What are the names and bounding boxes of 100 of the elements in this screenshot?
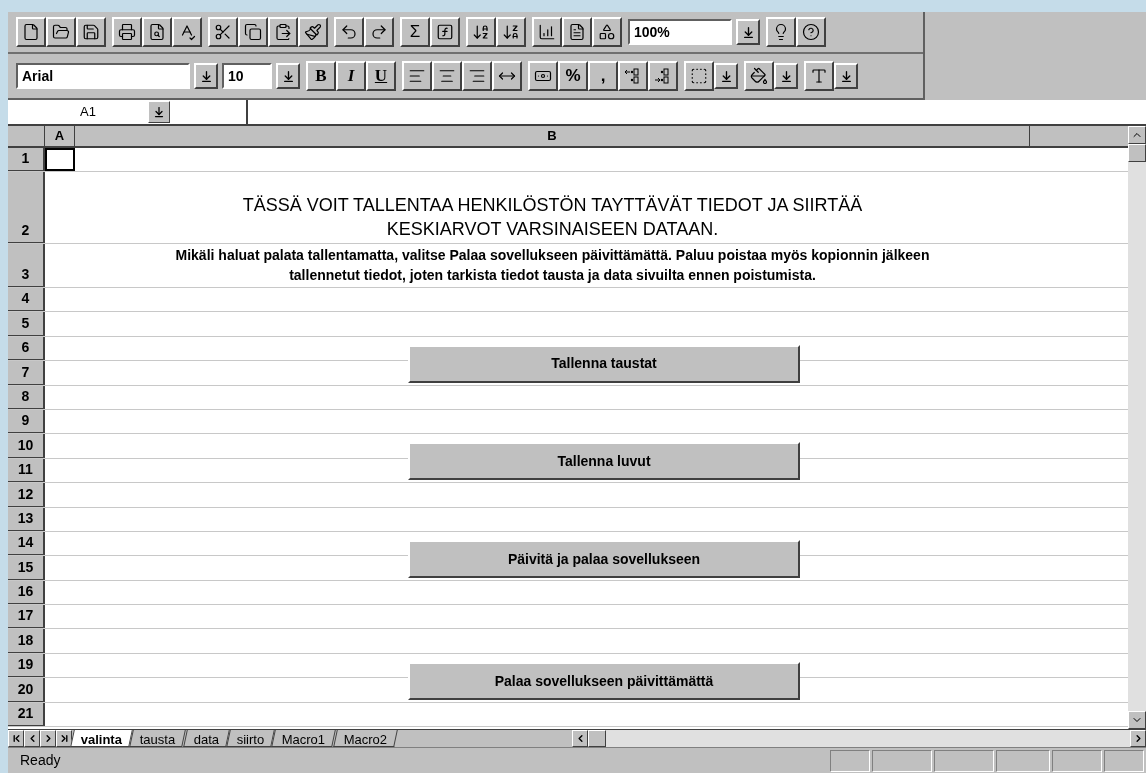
align-center-button[interactable] <box>432 61 462 91</box>
decrease-decimal-button[interactable] <box>648 61 678 91</box>
tip-wizard-button[interactable] <box>766 17 796 47</box>
row-header[interactable]: 13 <box>8 507 45 531</box>
sheet-tab[interactable]: Macro2 <box>332 730 398 747</box>
chart-wizard-icon <box>538 23 556 41</box>
bold-button[interactable]: B <box>306 61 336 91</box>
vertical-scrollbar[interactable] <box>1128 126 1146 729</box>
increase-decimal-button[interactable] <box>618 61 648 91</box>
comma-button[interactable]: , <box>588 61 618 91</box>
align-right-button[interactable] <box>462 61 492 91</box>
new-button[interactable] <box>16 17 46 47</box>
dropdown-arrow-icon <box>153 106 165 118</box>
save-button[interactable] <box>76 17 106 47</box>
row-header[interactable]: 9 <box>8 409 45 434</box>
row-header[interactable]: 8 <box>8 385 45 409</box>
cut-button[interactable] <box>208 17 238 47</box>
macro-button[interactable]: Päivitä ja palaa sovellukseen <box>408 540 800 578</box>
undo-button[interactable] <box>334 17 364 47</box>
scroll-thumb[interactable] <box>1128 144 1146 162</box>
sheet-nav-button[interactable] <box>56 730 72 747</box>
row-header[interactable]: 20 <box>8 678 45 702</box>
macro-button[interactable]: Palaa sovellukseen päivittämättä <box>408 662 800 700</box>
sort-descending-icon <box>502 23 520 41</box>
row-header[interactable]: 11 <box>8 458 45 483</box>
sheet-tab[interactable]: data <box>182 730 230 747</box>
row-header[interactable]: 5 <box>8 312 45 336</box>
row-header[interactable]: 2 <box>8 172 45 243</box>
sheet-nav-button[interactable] <box>8 730 24 747</box>
sort-ascending-button[interactable] <box>466 17 496 47</box>
drawing-button[interactable] <box>592 17 622 47</box>
status-panel <box>872 749 932 772</box>
row-header[interactable]: 15 <box>8 556 45 580</box>
dropdown-arrow-icon <box>199 69 213 83</box>
sheet-nav-button[interactable] <box>40 730 56 747</box>
font-dropdown[interactable] <box>194 63 218 89</box>
row-header[interactable]: 3 <box>8 244 45 287</box>
row-header[interactable]: 10 <box>8 434 45 458</box>
sheet-tab[interactable]: valinta <box>70 730 133 747</box>
cut-icon <box>214 23 232 41</box>
chart-wizard-button[interactable] <box>532 17 562 47</box>
fill-color-dropdown[interactable] <box>774 63 798 89</box>
font-size-field[interactable]: 10 <box>222 63 272 89</box>
save-icon <box>82 23 100 41</box>
merge-center-button[interactable] <box>492 61 522 91</box>
borders-dropdown[interactable] <box>714 63 738 89</box>
name-box[interactable]: A1 <box>8 100 148 124</box>
sheet-tab[interactable]: tausta <box>129 730 187 747</box>
row-header[interactable]: 4 <box>8 288 45 312</box>
row-header[interactable]: 17 <box>8 605 45 629</box>
fill-color-icon <box>750 67 768 85</box>
font-size-dropdown[interactable] <box>276 63 300 89</box>
row-header[interactable]: 7 <box>8 361 45 385</box>
italic-button[interactable]: I <box>336 61 366 91</box>
redo-icon <box>370 23 388 41</box>
font-color-button[interactable] <box>804 61 834 91</box>
redo-button[interactable] <box>364 17 394 47</box>
fill-color-button[interactable] <box>744 61 774 91</box>
align-left-button[interactable] <box>402 61 432 91</box>
sheet-nav-button[interactable] <box>24 730 40 747</box>
row-header[interactable]: 6 <box>8 336 45 361</box>
text-box-button[interactable] <box>562 17 592 47</box>
sheet-tab[interactable]: Macro1 <box>271 730 337 747</box>
row-header[interactable]: 12 <box>8 483 45 507</box>
sort-descending-button[interactable] <box>496 17 526 47</box>
help-button[interactable] <box>796 17 826 47</box>
font-field[interactable]: Arial <box>16 63 190 89</box>
currency-button[interactable] <box>528 61 558 91</box>
underline-button[interactable]: U <box>366 61 396 91</box>
dropdown-arrow-icon <box>281 69 295 83</box>
print-preview-button[interactable] <box>142 17 172 47</box>
copy-button[interactable] <box>238 17 268 47</box>
row-header[interactable]: 14 <box>8 531 45 556</box>
print-button[interactable] <box>112 17 142 47</box>
row-header[interactable]: 16 <box>8 580 45 605</box>
function-button[interactable] <box>430 17 460 47</box>
open-button[interactable] <box>46 17 76 47</box>
macro-button[interactable]: Tallenna taustat <box>408 344 800 383</box>
row-header[interactable]: 18 <box>8 629 45 653</box>
zoom-dropdown[interactable] <box>736 19 760 45</box>
active-cell[interactable] <box>45 148 75 171</box>
sheet-tab[interactable]: siirto <box>226 730 276 747</box>
spelling-button[interactable] <box>172 17 202 47</box>
autosum-button[interactable]: Σ <box>400 17 430 47</box>
undo-icon <box>340 23 358 41</box>
borders-icon <box>690 67 708 85</box>
font-color-dropdown[interactable] <box>834 63 858 89</box>
row-header[interactable]: 1 <box>8 148 45 171</box>
horizontal-scrollbar[interactable] <box>572 730 1146 747</box>
format-painter-button[interactable] <box>298 17 328 47</box>
scroll-thumb[interactable] <box>588 730 606 747</box>
paste-button[interactable] <box>268 17 298 47</box>
percent-button[interactable]: % <box>558 61 588 91</box>
borders-button[interactable] <box>684 61 714 91</box>
macro-button[interactable]: Tallenna luvut <box>408 442 800 481</box>
dropdown-arrow-icon <box>779 69 793 83</box>
name-box-dropdown[interactable] <box>148 101 170 123</box>
zoom-field[interactable]: 100% <box>628 19 732 45</box>
row-header[interactable]: 21 <box>8 702 45 727</box>
row-header[interactable]: 19 <box>8 653 45 678</box>
